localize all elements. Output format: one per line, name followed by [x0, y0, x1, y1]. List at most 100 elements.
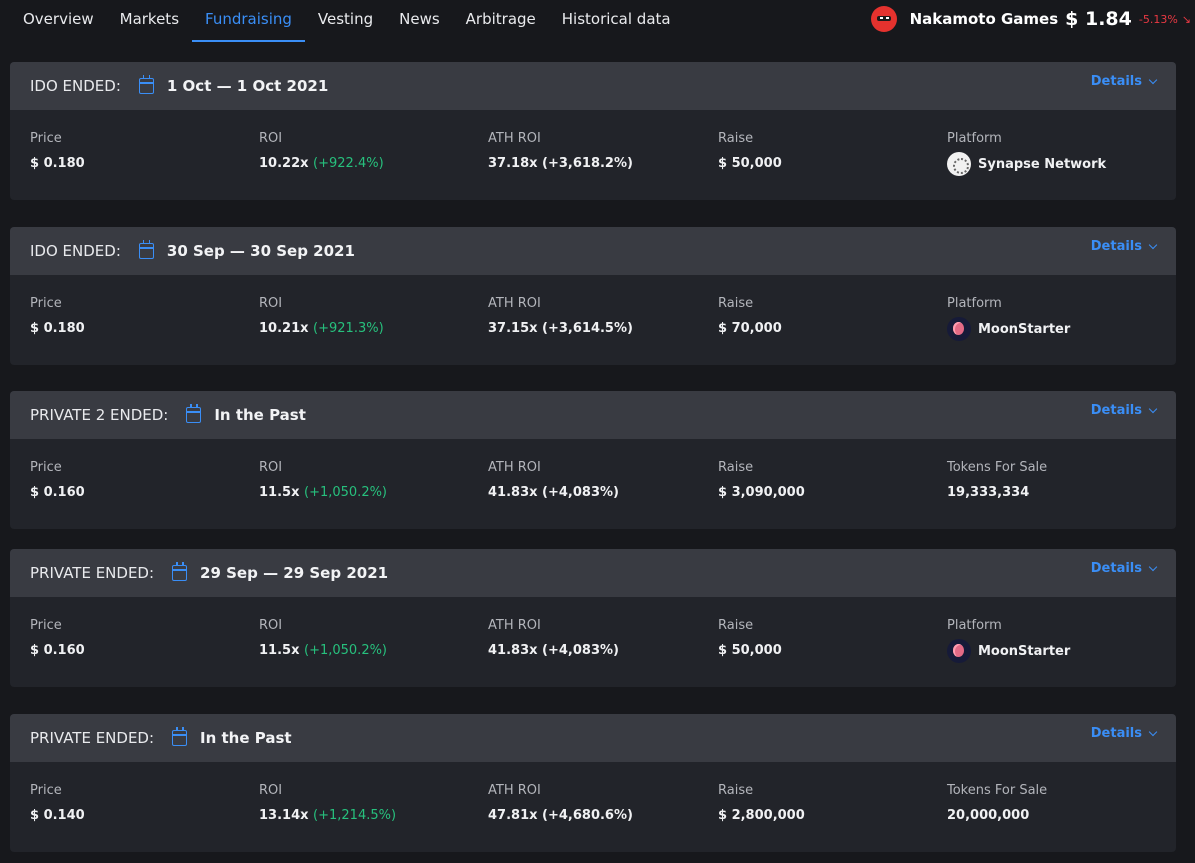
round-header: PRIVATE ENDED: 29 Sep — 29 Sep 2021 Deta…	[10, 549, 1176, 597]
fundraising-round-card: PRIVATE ENDED: 29 Sep — 29 Sep 2021 Deta…	[10, 549, 1176, 687]
moonstarter-logo-icon	[947, 639, 971, 663]
round-date: In the Past	[214, 406, 306, 424]
roi-percent: (+922.4%)	[313, 156, 384, 171]
details-label: Details	[1090, 74, 1142, 89]
roi-multiplier: 10.21x	[259, 321, 309, 336]
tab-fundraising[interactable]: Fundraising	[192, 0, 305, 42]
chevron-down-icon	[1148, 404, 1158, 413]
round-header: PRIVATE 2 ENDED: In the Past Details	[10, 391, 1176, 439]
ath-roi-column: ATH ROI 41.83x (+4,083%)	[488, 460, 619, 500]
tab-news[interactable]: News	[386, 0, 453, 42]
synapse-network-logo-icon	[947, 152, 971, 176]
ath-roi-column: ATH ROI 37.18x (+3,618.2%)	[488, 131, 633, 171]
platform-name: Synapse Network	[978, 156, 1107, 172]
last-column: Platform MoonStarter	[947, 618, 1070, 663]
details-button[interactable]: Details	[1090, 74, 1158, 89]
ath-roi-column: ATH ROI 41.83x (+4,083%)	[488, 618, 619, 658]
raise-value: $ 2,800,000	[718, 808, 805, 823]
raise-value: $ 50,000	[718, 156, 782, 171]
ath-roi-label: ATH ROI	[488, 296, 541, 311]
ath-roi-value: 37.15x (+3,614.5%)	[488, 321, 633, 336]
roi-multiplier: 10.22x	[259, 156, 309, 171]
price-column: Price $ 0.160	[30, 460, 85, 500]
details-label: Details	[1090, 403, 1142, 418]
price-column: Price $ 0.180	[30, 296, 85, 336]
last-label: Tokens For Sale	[947, 783, 1048, 798]
last-label: Platform	[947, 296, 1002, 311]
raise-label: Raise	[718, 131, 754, 146]
ath-roi-label: ATH ROI	[488, 783, 541, 798]
raise-label: Raise	[718, 783, 754, 798]
ath-roi-value: 41.83x (+4,083%)	[488, 643, 619, 658]
platform-name: MoonStarter	[978, 321, 1071, 337]
last-label: Tokens For Sale	[947, 460, 1048, 475]
tab-historical-data[interactable]: Historical data	[549, 0, 684, 42]
nakamoto-games-logo-icon	[870, 6, 897, 32]
tokens-for-sale-value: 19,333,334	[947, 485, 1030, 500]
last-column: Platform MoonStarter	[947, 296, 1070, 341]
ath-roi-column: ATH ROI 47.81x (+4,680.6%)	[488, 783, 633, 823]
round-date: 30 Sep — 30 Sep 2021	[166, 242, 355, 260]
price-change: -5.13%	[1138, 12, 1178, 26]
roi-label: ROI	[259, 131, 283, 146]
roi-value: 13.14x (+1,214.5%)	[259, 808, 396, 823]
round-header: PRIVATE ENDED: In the Past Details	[10, 714, 1176, 762]
round-date: 1 Oct — 1 Oct 2021	[166, 77, 329, 95]
roi-percent: (+921.3%)	[313, 321, 384, 336]
round-stats: Price $ 0.140 ROI 13.14x (+1,214.5%) ATH…	[10, 762, 1176, 852]
round-status-label: IDO ENDED:	[30, 242, 121, 260]
tab-arbitrage[interactable]: Arbitrage	[453, 0, 549, 42]
trend-down-icon: ↘	[1181, 12, 1191, 26]
round-stats: Price $ 0.160 ROI 11.5x (+1,050.2%) ATH …	[10, 439, 1176, 529]
tab-overview[interactable]: Overview	[10, 0, 107, 42]
price-label: Price	[30, 460, 62, 475]
raise-column: Raise $ 3,090,000	[718, 460, 805, 500]
fundraising-round-card: PRIVATE 2 ENDED: In the Past Details Pri…	[10, 391, 1176, 529]
ath-roi-value: 47.81x (+4,680.6%)	[488, 808, 633, 823]
last-column: Tokens For Sale 20,000,000	[947, 783, 1047, 823]
price-label: Price	[30, 131, 62, 146]
last-label: Platform	[947, 131, 1002, 146]
last-column: Platform Synapse Network	[947, 131, 1106, 176]
roi-column: ROI 10.22x (+922.4%)	[259, 131, 384, 171]
roi-value: 11.5x (+1,050.2%)	[259, 485, 387, 500]
roi-column: ROI 13.14x (+1,214.5%)	[259, 783, 396, 823]
raise-label: Raise	[718, 296, 754, 311]
roi-column: ROI 11.5x (+1,050.2%)	[259, 618, 387, 658]
raise-column: Raise $ 70,000	[718, 296, 782, 336]
details-button[interactable]: Details	[1091, 239, 1158, 254]
token-name: Nakamoto Games	[909, 10, 1059, 28]
ath-roi-value: 41.83x (+4,083%)	[488, 485, 619, 500]
ath-roi-value: 37.18x (+3,618.2%)	[488, 156, 633, 171]
platform-link[interactable]: MoonStarter	[947, 639, 1070, 663]
raise-value: $ 3,090,000	[718, 485, 805, 500]
roi-multiplier: 11.5x	[259, 485, 300, 500]
calendar-icon	[186, 404, 202, 423]
chevron-down-icon	[1148, 75, 1158, 84]
raise-value: $ 70,000	[718, 321, 782, 336]
chevron-down-icon	[1148, 240, 1158, 249]
platform-link[interactable]: Synapse Network	[947, 152, 1106, 176]
roi-percent: (+1,050.2%)	[304, 485, 388, 500]
calendar-icon	[138, 240, 154, 259]
roi-column: ROI 11.5x (+1,050.2%)	[259, 460, 387, 500]
roi-label: ROI	[259, 783, 283, 798]
details-button[interactable]: Details	[1091, 726, 1158, 741]
price-value: $ 0.180	[30, 156, 85, 171]
platform-link[interactable]: MoonStarter	[947, 317, 1070, 341]
raise-column: Raise $ 2,800,000	[718, 783, 805, 823]
roi-percent: (+1,214.5%)	[313, 808, 397, 823]
platform-name: MoonStarter	[978, 643, 1071, 659]
calendar-icon	[172, 727, 188, 746]
roi-value: 10.21x (+921.3%)	[259, 321, 384, 336]
tab-markets[interactable]: Markets	[107, 0, 192, 42]
round-status-label: PRIVATE ENDED:	[30, 729, 155, 747]
tab-vesting[interactable]: Vesting	[305, 0, 386, 42]
tab-bar: Overview Markets Fundraising Vesting New…	[10, 0, 684, 42]
price-column: Price $ 0.140	[30, 783, 85, 823]
roi-percent: (+1,050.2%)	[304, 643, 388, 658]
round-status-label: PRIVATE ENDED:	[30, 564, 155, 582]
price-value: $ 0.160	[30, 643, 85, 658]
details-button[interactable]: Details	[1090, 403, 1158, 418]
details-button[interactable]: Details	[1091, 561, 1158, 576]
